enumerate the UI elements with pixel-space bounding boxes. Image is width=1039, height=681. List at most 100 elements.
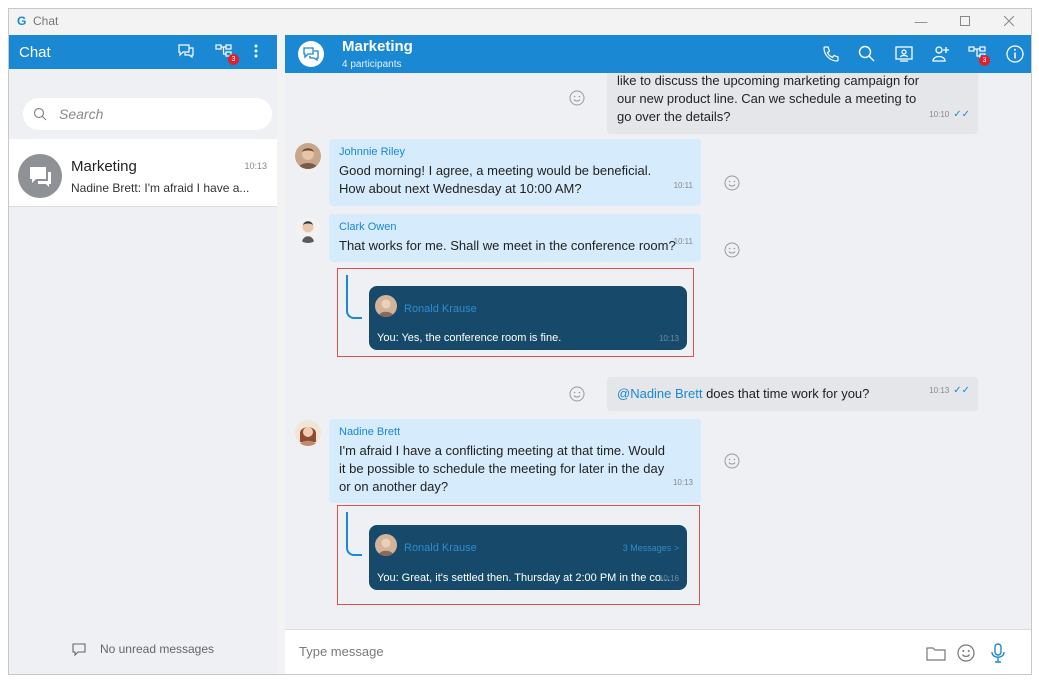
new-chat-button[interactable]: [177, 43, 197, 61]
voice-message-button[interactable]: [987, 642, 1009, 664]
maximize-button[interactable]: [943, 9, 987, 33]
emoji-picker-button[interactable]: [955, 642, 977, 664]
thread-card[interactable]: Ronald Krause You: Yes, the conference r…: [369, 286, 687, 350]
attach-file-button[interactable]: [925, 642, 947, 664]
app-window: G Chat — Chat 3 Search Marketing 10:13 N…: [8, 8, 1032, 675]
message-bubble[interactable]: Johnnie Riley Good morning! I agree, a m…: [329, 139, 701, 206]
info-button[interactable]: [1005, 44, 1025, 64]
thread-preview[interactable]: Ronald Krause 3 Messages > You: Great, i…: [337, 505, 700, 605]
person-photo-icon: [378, 538, 394, 556]
sender-name[interactable]: Nadine Brett: [339, 425, 691, 439]
message-time: 10:10 ✓✓: [929, 109, 970, 120]
message-bubble[interactable]: Nadine Brett I'm afraid I have a conflic…: [329, 419, 701, 503]
message-list[interactable]: like to discuss the upcoming marketing c…: [285, 73, 1031, 629]
chat-group-avatar[interactable]: [298, 41, 324, 67]
avatar-ronald-krause: [375, 295, 397, 317]
thread-message-count[interactable]: 3 Messages >: [623, 543, 679, 553]
info-icon: [1006, 45, 1024, 63]
message-composer: [285, 629, 1031, 674]
chat-header: Marketing 4 participants 3: [285, 35, 1031, 73]
thread-connector: [346, 275, 362, 319]
message-line: Good morning! I agree, a meeting would b…: [339, 163, 652, 178]
react-emoji-button[interactable]: [568, 385, 586, 403]
more-vertical-icon: [254, 44, 258, 58]
sender-name[interactable]: Clark Owen: [339, 220, 691, 234]
group-chat-icon: [303, 47, 319, 62]
message-bubble[interactable]: Clark Owen That works for me. Shall we m…: [329, 214, 701, 262]
message-text: does that time work for you?: [702, 386, 870, 401]
participant-count[interactable]: 4 participants: [342, 59, 401, 70]
phone-icon: [823, 46, 839, 62]
mention-link[interactable]: @Nadine Brett: [617, 386, 702, 401]
conversation-preview: Nadine Brett: I'm afraid I have a...: [71, 181, 250, 195]
chat-search-button[interactable]: [857, 44, 877, 64]
message-line: How about next Wednesday at 10:00 AM?: [339, 181, 582, 196]
avatar-nadine-brett[interactable]: [295, 420, 321, 446]
minimize-button[interactable]: —: [899, 9, 943, 33]
message-time: 10:11: [673, 181, 693, 190]
thread-author: Ronald Krause: [404, 542, 477, 554]
thread-time: 10:16: [658, 574, 679, 583]
smiley-icon: [724, 453, 740, 469]
unread-status: No unread messages: [9, 642, 277, 656]
screen-share-icon: [895, 46, 913, 62]
avatar-ronald-krause: [375, 534, 397, 556]
message-line: our new product line. Can we schedule a …: [617, 91, 917, 106]
no-unread-label: No unread messages: [99, 642, 215, 656]
message-line: it be possible to schedule the meeting f…: [339, 461, 665, 476]
conversation-item-marketing[interactable]: Marketing 10:13 Nadine Brett: I'm afraid…: [9, 139, 277, 207]
react-emoji-button[interactable]: [568, 89, 586, 107]
sidebar-notification-badge: 3: [228, 54, 239, 65]
conversation-name: Marketing: [71, 158, 137, 175]
smiley-icon: [724, 242, 740, 258]
search-icon: [858, 45, 875, 62]
person-photo-icon: [299, 427, 317, 446]
message-time: 10:11: [673, 237, 693, 246]
chat-network-button[interactable]: 3: [968, 44, 990, 66]
sidebar-more-button[interactable]: [253, 43, 261, 61]
smiley-icon: [569, 90, 585, 106]
close-icon: [1004, 16, 1014, 26]
add-user-icon: [932, 46, 949, 62]
thread-last-message: You: Yes, the conference room is fine.: [377, 332, 562, 344]
thread-card[interactable]: Ronald Krause 3 Messages > You: Great, i…: [369, 525, 687, 590]
conversation-time: 10:13: [244, 161, 267, 171]
screen-share-button[interactable]: [894, 44, 914, 64]
microphone-icon: [991, 643, 1005, 663]
message-time: 10:13: [672, 478, 693, 487]
react-emoji-button[interactable]: [723, 452, 741, 470]
react-emoji-button[interactable]: [723, 174, 741, 192]
search-input[interactable]: [59, 106, 249, 122]
smiley-icon: [724, 175, 740, 191]
add-participant-button[interactable]: [931, 44, 951, 64]
person-photo-icon: [378, 299, 394, 317]
message-line: That works for me. Shall we meet in the …: [339, 238, 676, 253]
react-emoji-button[interactable]: [723, 241, 741, 259]
window-title: Chat: [33, 14, 59, 28]
search-box[interactable]: [23, 98, 272, 130]
sidebar-network-button[interactable]: 3: [215, 43, 239, 65]
sender-name[interactable]: Johnnie Riley: [339, 145, 691, 159]
message-input[interactable]: [299, 644, 899, 659]
close-button[interactable]: [987, 9, 1031, 33]
person-photo-icon: [298, 148, 318, 169]
message-line: or on another day?: [339, 479, 449, 494]
message-bubble[interactable]: like to discuss the upcoming marketing c…: [607, 73, 978, 134]
call-button[interactable]: [821, 44, 841, 64]
avatar-clark-owen[interactable]: [295, 217, 321, 243]
message-line: I'm afraid I have a conflicting meeting …: [339, 443, 665, 458]
message-bubble[interactable]: @Nadine Brett does that time work for yo…: [607, 377, 978, 411]
new-chat-icon: [178, 44, 194, 59]
chat-title: Marketing: [342, 38, 413, 55]
thread-preview[interactable]: Ronald Krause You: Yes, the conference r…: [337, 268, 694, 357]
person-photo-icon: [302, 221, 314, 243]
smiley-icon: [957, 644, 975, 662]
thread-connector: [346, 512, 362, 556]
search-icon: [33, 107, 47, 121]
sidebar: Chat 3 Marketing 10:13 Nadine Brett: I'm…: [9, 35, 277, 674]
maximize-icon: [960, 16, 970, 26]
title-bar: G Chat —: [9, 9, 1031, 33]
avatar-johnnie-riley[interactable]: [295, 143, 321, 169]
app-logo-icon: G: [17, 14, 27, 28]
chat-bubble-icon: [72, 642, 86, 656]
